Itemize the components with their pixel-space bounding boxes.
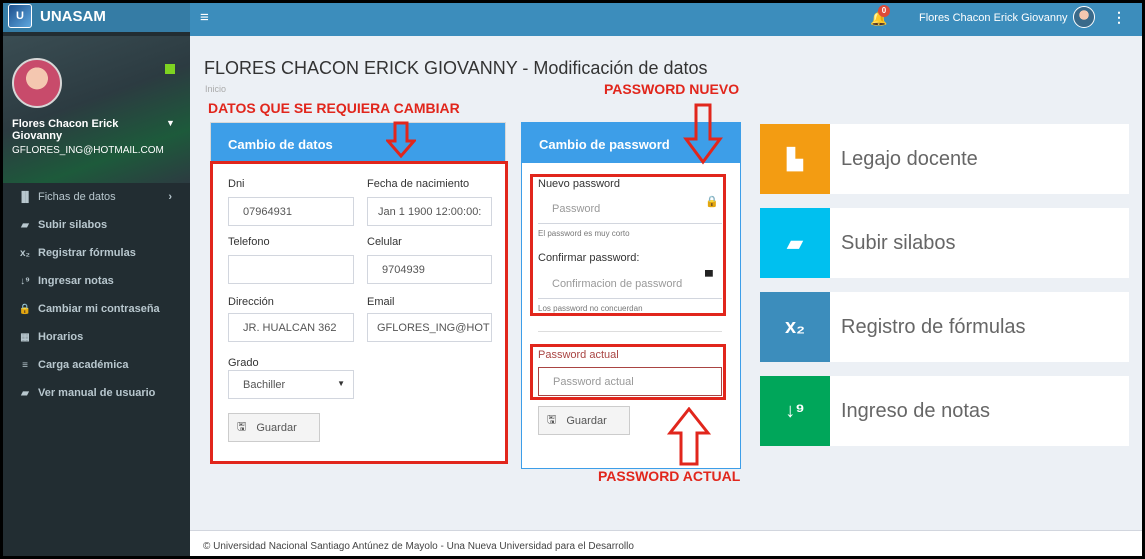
tile-label: Legajo docente [841, 147, 978, 170]
button-label: Guardar [566, 414, 607, 427]
floppy-disk-icon: 🖫 [547, 414, 557, 426]
bar-chart-icon: ▐▌ [18, 191, 33, 203]
user-email: GFLORES_ING@HOTMAIL.COM [12, 145, 164, 156]
online-status-icon [165, 64, 175, 74]
subscript-icon: x₂ [760, 292, 830, 362]
annotation-box-password-actual [530, 344, 726, 400]
user-name[interactable]: Flores Chacon Erick Giovanny [12, 118, 152, 142]
tile-label: Ingreso de notas [841, 399, 990, 422]
sort-numeric-icon: ↓⁹ [20, 275, 30, 287]
annotation-datos: DATOS QUE SE REQUIERA CAMBIAR [208, 100, 460, 116]
tile-subir-silabos[interactable]: ▰ Subir silabos [760, 208, 1129, 278]
sidebar-item-label: Horarios [38, 331, 84, 343]
top-navbar: ≡ 🔔 0 Flores Chacon Erick Giovanny ⋮ [190, 0, 1145, 36]
sidebar-item-ingresar-notas[interactable]: ↓⁹ Ingresar notas [0, 267, 190, 295]
sidebar-item-label: Ingresar notas [38, 275, 114, 287]
arrow-down-icon [683, 103, 723, 165]
tile-registro-formulas[interactable]: x₂ Registro de fórmulas [760, 292, 1129, 362]
chevron-right-icon: › [168, 191, 172, 203]
divider [538, 331, 722, 332]
sidebar-item-carga-academica[interactable]: ≡ Carga académica [0, 351, 190, 379]
caret-down-icon[interactable]: ▼ [166, 118, 175, 128]
sidebar-item-label: Subir silabos [38, 219, 108, 231]
sidebar-item-cambiar-contrasena[interactable]: 🔒 Cambiar mi contraseña [0, 295, 190, 323]
sidebar-item-registrar-formulas[interactable]: x₂ Registrar fórmulas [0, 239, 190, 267]
annotation-password-nuevo: PASSWORD NUEVO [604, 81, 740, 97]
tile-label: Subir silabos [841, 231, 956, 254]
list-icon: ≡ [22, 359, 28, 371]
sidebar-item-label: Fichas de datos [38, 191, 116, 203]
guardar-password-button[interactable]: 🖫 Guardar [538, 406, 630, 435]
avatar [12, 58, 62, 108]
tile-ingreso-notas[interactable]: ↓⁹ Ingreso de notas [760, 376, 1129, 446]
page-title: FLORES CHACON ERICK GIOVANNY - Modificac… [204, 58, 708, 78]
footer: © Universidad Nacional Santiago Antúnez … [190, 530, 1145, 559]
brand-name: UNASAM [40, 7, 106, 25]
arrow-up-icon [667, 407, 711, 466]
tile-legajo-docente[interactable]: ▙ Legajo docente [760, 124, 1129, 194]
file-icon: ▙ [760, 124, 830, 194]
sidebar-item-label: Cambiar mi contraseña [38, 303, 160, 315]
brand[interactable]: U UNASAM [0, 0, 190, 32]
sidebar-item-label: Ver manual de usuario [38, 387, 156, 399]
top-avatar[interactable] [1073, 6, 1095, 28]
sidebar-item-subir-silabos[interactable]: ▰ Subir silabos [0, 211, 190, 239]
university-logo-icon: U [8, 4, 32, 28]
lock-icon: 🔒 [18, 303, 32, 315]
sidebar-item-horarios[interactable]: ▦ Horarios [0, 323, 190, 351]
user-panel: Flores Chacon Erick Giovanny ▼ GFLORES_I… [0, 36, 190, 183]
panel-title: Cambio de datos [211, 123, 505, 163]
notification-count-badge: 0 [878, 5, 890, 17]
book-icon: ▰ [760, 208, 830, 278]
top-user-name[interactable]: Flores Chacon Erick Giovanny [919, 12, 1068, 24]
hamburger-menu-icon[interactable]: ≡ [200, 9, 209, 26]
manual-book-icon: ▰ [21, 387, 29, 399]
sidebar-menu: ▐▌ Fichas de datos › ▰ Subir silabos x₂ … [0, 183, 190, 407]
book-icon: ▰ [21, 219, 29, 231]
annotation-box-datos [210, 161, 508, 464]
kebab-menu-icon[interactable]: ⋮ [1112, 9, 1126, 26]
breadcrumb[interactable]: Inicio [205, 84, 226, 94]
annotation-box-password-nuevo [530, 174, 726, 316]
calendar-icon: ▦ [20, 331, 30, 343]
sidebar-item-fichas-de-datos[interactable]: ▐▌ Fichas de datos › [0, 183, 190, 211]
sidebar-item-ver-manual[interactable]: ▰ Ver manual de usuario [0, 379, 190, 407]
sidebar-item-label: Registrar fórmulas [38, 247, 136, 259]
sidebar-item-label: Carga académica [38, 359, 129, 371]
sort-numeric-icon: ↓⁹ [760, 376, 830, 446]
tile-label: Registro de fórmulas [841, 315, 1026, 338]
subscript-icon: x₂ [19, 247, 30, 259]
annotation-password-actual: PASSWORD ACTUAL [598, 468, 741, 484]
sidebar: U UNASAM Flores Chacon Erick Giovanny ▼ … [0, 0, 190, 559]
arrow-down-icon [386, 121, 416, 159]
